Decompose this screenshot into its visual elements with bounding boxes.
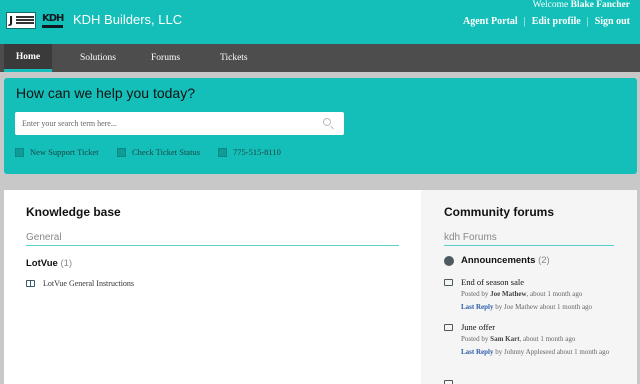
welcome-text: Welcome Blake Fancher xyxy=(533,0,630,10)
topic-posted-meta: Posted by Joe Mathew, about 1 month ago xyxy=(461,290,582,298)
kdh-logo[interactable]: KDH xyxy=(42,13,64,28)
topic-icon xyxy=(444,279,453,286)
sign-out-link[interactable]: Sign out xyxy=(595,16,630,27)
site-header: J KDH KDH Builders, LLC Welcome Blake Fa… xyxy=(0,0,640,44)
main-nav: Home Solutions Forums Tickets xyxy=(0,44,640,72)
topic-icon xyxy=(444,380,453,384)
topic-last-reply: Last Reply by Johnny Appleseed about 1 m… xyxy=(461,348,609,356)
kb-divider xyxy=(26,245,399,246)
posted-prefix: Posted by xyxy=(461,335,489,343)
kb-article[interactable]: LotVue General Instructions xyxy=(26,279,134,288)
kb-category-name[interactable]: LotVue xyxy=(26,258,58,269)
welcome-prefix: Welcome xyxy=(532,0,569,10)
link-separator: | xyxy=(523,16,526,27)
kb-category-count: (1) xyxy=(60,258,73,269)
user-name: Blake Fancher xyxy=(570,0,630,10)
help-hero: How can we help you today? New Support T… xyxy=(4,78,637,174)
check-status-label[interactable]: Check Ticket Status xyxy=(132,147,200,157)
posted-prefix: Posted by xyxy=(461,290,489,298)
check-status-icon xyxy=(117,147,126,157)
kb-section-title[interactable]: General xyxy=(26,232,62,243)
last-reply-text: by Joe Mathew about 1 month ago xyxy=(495,303,593,311)
announcements-category[interactable]: Announcements (2) xyxy=(461,255,550,266)
topic-icon xyxy=(444,324,453,331)
jensen-logo[interactable]: J xyxy=(6,12,36,29)
posted-time: , about 1 month ago xyxy=(526,290,583,298)
knowledge-base-title[interactable]: Knowledge base xyxy=(26,205,121,219)
last-reply-text: by Johnny Appleseed about 1 month ago xyxy=(495,348,610,356)
edit-profile-link[interactable]: Edit profile xyxy=(532,16,581,27)
forums-section-title[interactable]: kdh Forums xyxy=(444,232,497,243)
phone-link[interactable]: 775-515-8110 xyxy=(218,147,281,157)
knowledge-base-panel: Knowledge base General LotVue (1) LotVue… xyxy=(4,190,421,384)
new-ticket-icon xyxy=(15,147,24,157)
posted-time: , about 1 month ago xyxy=(519,335,576,343)
topic-posted-meta: Posted by Sam Kart, about 1 month ago xyxy=(461,335,575,343)
search-icon[interactable] xyxy=(323,118,331,126)
book-icon xyxy=(26,280,35,287)
topic-author: Joe Mathew xyxy=(490,290,527,298)
topic-author: Sam Kart xyxy=(490,335,520,343)
last-reply-link[interactable]: Last Reply xyxy=(461,348,493,356)
announcements-label[interactable]: Announcements xyxy=(461,255,535,266)
announcements-count: (2) xyxy=(538,255,550,266)
check-status-link[interactable]: Check Ticket Status xyxy=(117,147,200,157)
new-ticket-link[interactable]: New Support Ticket xyxy=(15,147,98,157)
topic-title[interactable]: June offer xyxy=(461,322,495,332)
search-box[interactable] xyxy=(15,112,344,135)
tab-tickets[interactable]: Tickets xyxy=(220,44,248,72)
top-links: Agent Portal | Edit profile | Sign out xyxy=(463,16,630,27)
tab-solutions[interactable]: Solutions xyxy=(80,44,116,72)
forums-title[interactable]: Community forums xyxy=(444,205,554,219)
new-ticket-label[interactable]: New Support Ticket xyxy=(30,147,98,157)
community-forums-panel: Community forums kdh Forums Announcement… xyxy=(421,190,637,384)
kb-category[interactable]: LotVue (1) xyxy=(26,258,72,269)
kb-article-title[interactable]: LotVue General Instructions xyxy=(43,279,134,288)
topic-title[interactable]: End of season sale xyxy=(461,277,524,287)
tab-forums[interactable]: Forums xyxy=(151,44,180,72)
phone-icon xyxy=(218,147,227,157)
agent-portal-link[interactable]: Agent Portal xyxy=(463,16,518,27)
brand-name[interactable]: KDH Builders, LLC xyxy=(73,12,182,27)
phone-number[interactable]: 775-515-8110 xyxy=(233,147,281,157)
megaphone-icon xyxy=(444,256,454,266)
tab-home[interactable]: Home xyxy=(4,44,52,72)
topic-last-reply: Last Reply by Joe Mathew about 1 month a… xyxy=(461,303,592,311)
search-input[interactable] xyxy=(22,116,312,131)
hero-title: How can we help you today? xyxy=(16,85,195,101)
last-reply-link[interactable]: Last Reply xyxy=(461,303,493,311)
link-separator: | xyxy=(586,16,589,27)
forums-divider xyxy=(444,245,614,246)
